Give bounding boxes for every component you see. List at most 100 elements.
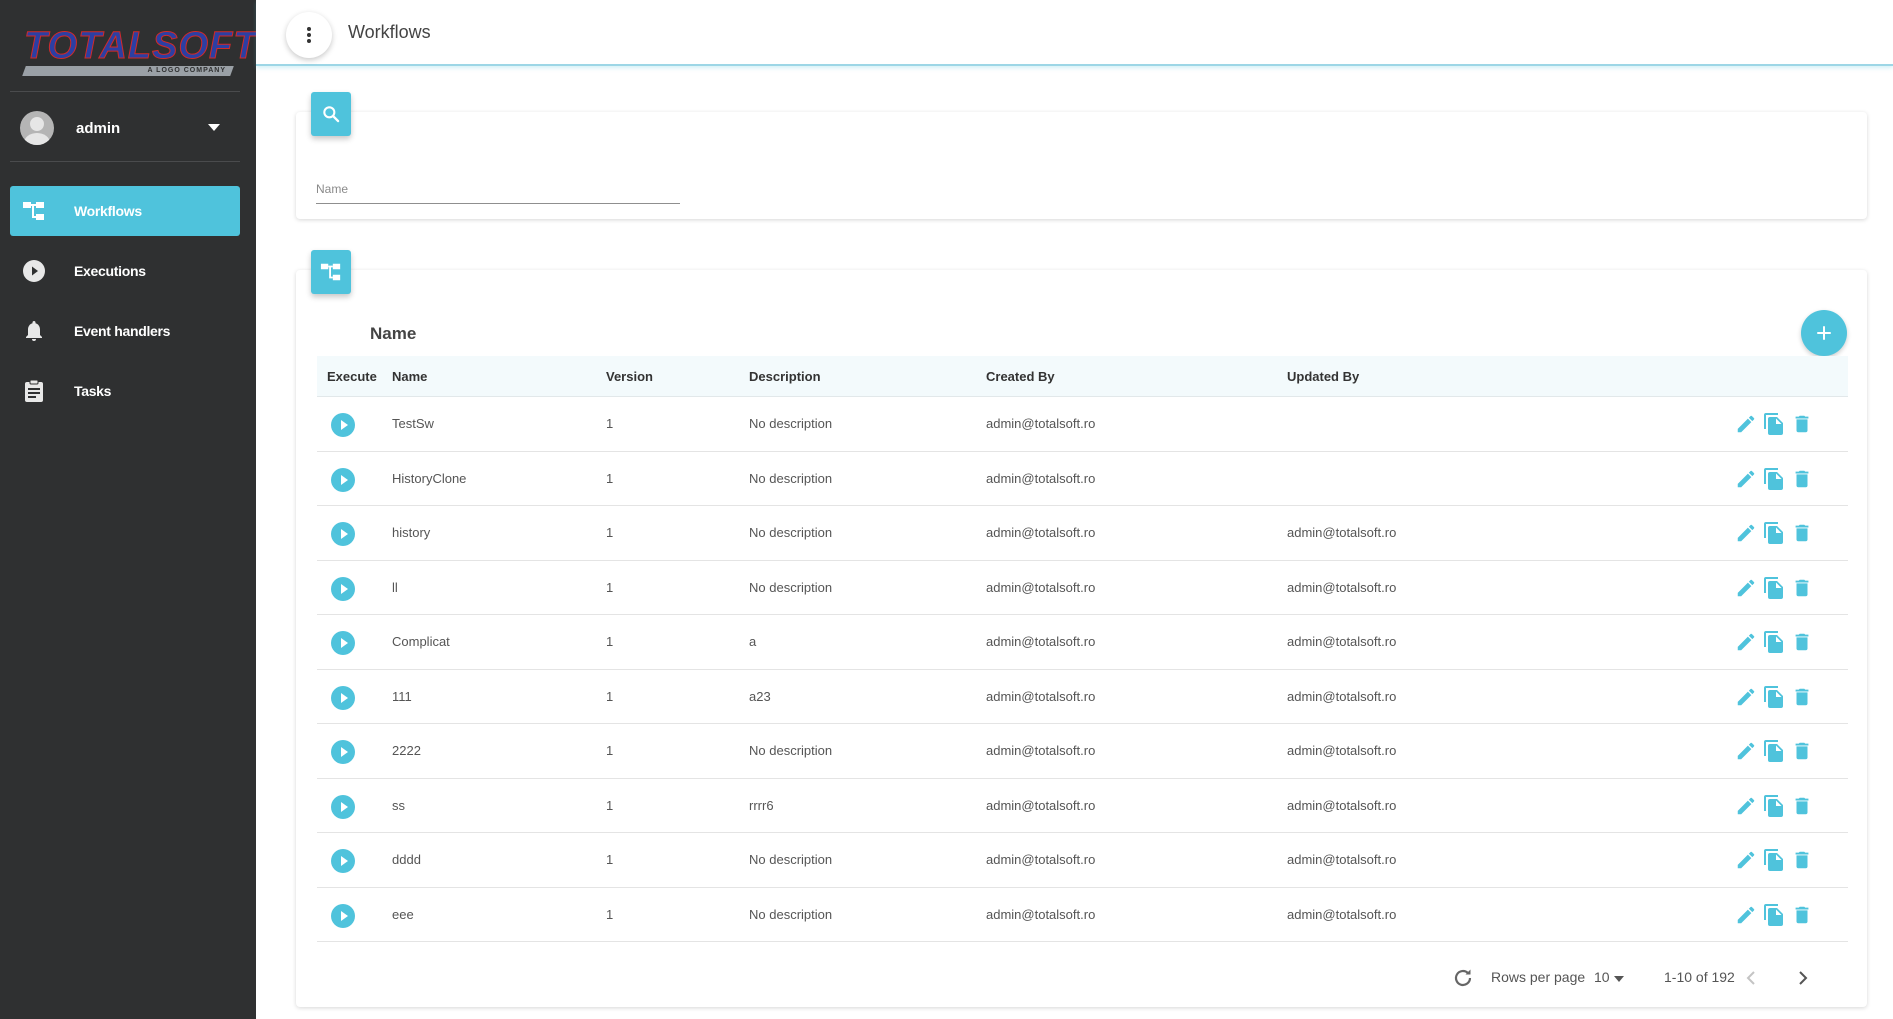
cell-version: 1	[606, 470, 614, 486]
column-header-created-by[interactable]: Created By	[986, 356, 1055, 397]
copy-icon[interactable]	[1762, 685, 1786, 709]
cell-version: 1	[606, 416, 614, 431]
copy-icon[interactable]	[1762, 848, 1786, 872]
caret-down-icon[interactable]	[1614, 976, 1624, 982]
cell-created-by: admin@totalsoft.ro	[986, 743, 1096, 758]
table-row[interactable]: ll 1 No description admin@totalsoft.ro admin…	[317, 561, 1848, 615]
copy-icon[interactable]	[1762, 630, 1786, 654]
column-header-updated-by[interactable]: Updated By	[1287, 356, 1359, 397]
refresh-icon[interactable]	[1451, 966, 1475, 990]
column-header-name[interactable]: Name	[392, 356, 427, 397]
edit-icon[interactable]	[1734, 685, 1758, 709]
table-row[interactable]: HistoryClone 1 No description admin@totalso…	[317, 452, 1848, 506]
brand-logo[interactable]: TOTALSOFT A LOGO COMPANY	[22, 25, 258, 76]
sidebar-divider	[10, 161, 240, 162]
cell-version: 1	[606, 634, 614, 649]
table-row[interactable]: history 1 No description admin@totalsoft.ro…	[317, 506, 1848, 561]
sidebar-item-event-handlers[interactable]: Event handlers	[10, 306, 240, 356]
search-icon	[323, 106, 340, 123]
copy-icon[interactable]	[1762, 739, 1786, 763]
execute-play-icon[interactable]	[331, 685, 355, 710]
more-menu-button[interactable]	[286, 12, 332, 58]
copy-icon[interactable]	[1762, 576, 1786, 600]
edit-icon[interactable]	[1734, 794, 1758, 818]
sidebar-item-workflows[interactable]: Workflows	[10, 186, 240, 236]
column-header-version[interactable]: Version	[606, 356, 653, 397]
delete-icon[interactable]	[1790, 630, 1814, 654]
search-badge	[311, 92, 351, 136]
cell-created-by: admin@totalsoft.ro	[986, 634, 1096, 649]
table-row[interactable]: ss 1 rrrr6 admin@totalsoft.ro admin@totalsof…	[317, 779, 1848, 833]
copy-icon[interactable]	[1762, 412, 1786, 436]
edit-icon[interactable]	[1734, 412, 1758, 436]
delete-icon[interactable]	[1790, 848, 1814, 872]
delete-icon[interactable]	[1790, 521, 1814, 545]
delete-icon[interactable]	[1790, 412, 1814, 436]
sidebar-item-executions[interactable]: Executions	[10, 246, 240, 296]
execute-play-icon[interactable]	[331, 903, 355, 928]
execute-play-icon[interactable]	[331, 740, 355, 764]
chevron-right-icon[interactable]	[1791, 966, 1815, 990]
bell-icon	[22, 319, 46, 343]
sidebar-item-tasks[interactable]: Tasks	[10, 366, 240, 416]
table-row[interactable]: 2222 1 No description admin@totalsoft.ro adm…	[317, 724, 1848, 779]
topbar: Workflows	[256, 0, 1893, 66]
sidebar-item-label: Executions	[74, 263, 146, 279]
cell-name: ll	[392, 579, 398, 595]
execute-play-icon[interactable]	[331, 794, 355, 819]
cell-created-by: admin@totalsoft.ro	[986, 797, 1096, 813]
copy-icon[interactable]	[1762, 903, 1786, 927]
execute-play-icon[interactable]	[331, 576, 355, 601]
caret-down-icon	[208, 124, 220, 131]
rows-per-page-select[interactable]: 10	[1594, 969, 1610, 985]
cell-created-by: admin@totalsoft.ro	[986, 688, 1096, 704]
delete-icon[interactable]	[1790, 903, 1814, 927]
user-menu[interactable]: admin	[10, 104, 240, 152]
filter-card	[296, 92, 1867, 219]
execute-play-icon[interactable]	[331, 522, 355, 546]
execute-play-icon[interactable]	[331, 413, 355, 437]
delete-icon[interactable]	[1790, 685, 1814, 709]
cell-updated-by: admin@totalsoft.ro	[1287, 634, 1397, 649]
edit-icon[interactable]	[1734, 521, 1758, 545]
column-header-execute[interactable]: Execute	[327, 356, 377, 397]
table-row[interactable]: eee 1 No description admin@totalsoft.ro admi…	[317, 888, 1848, 942]
brand-name: TOTALSOFT	[24, 25, 258, 67]
execute-play-icon[interactable]	[331, 631, 355, 655]
workflows-table: Execute Name Version Description Created…	[317, 356, 1848, 942]
edit-icon[interactable]	[1734, 576, 1758, 600]
table-row[interactable]: 111 1 a23 admin@totalsoft.ro admin@totalsoft…	[317, 670, 1848, 724]
add-workflow-button[interactable]	[1801, 310, 1847, 356]
edit-icon[interactable]	[1734, 848, 1758, 872]
cell-name: HistoryClone	[392, 470, 467, 486]
cell-created-by: admin@totalsoft.ro	[986, 470, 1096, 486]
table-row[interactable]: dddd 1 No description admin@totalsoft.ro adm…	[317, 833, 1848, 888]
chevron-left-icon[interactable]	[1739, 966, 1763, 990]
delete-icon[interactable]	[1790, 794, 1814, 818]
edit-icon[interactable]	[1734, 739, 1758, 763]
cell-version: 1	[606, 797, 614, 813]
delete-icon[interactable]	[1790, 739, 1814, 763]
avatar	[20, 111, 54, 145]
cell-updated-by: admin@totalsoft.ro	[1287, 688, 1397, 704]
cell-updated-by: admin@totalsoft.ro	[1287, 579, 1397, 595]
app-root: TOTALSOFT A LOGO COMPANY admin Workflows	[0, 0, 1893, 1019]
table-row[interactable]: TestSw 1 No description admin@totalsoft.ro	[317, 397, 1848, 452]
column-header-description[interactable]: Description	[749, 356, 821, 397]
table-row[interactable]: Complicat 1 a admin@totalsoft.ro admin@total…	[317, 615, 1848, 670]
delete-icon[interactable]	[1790, 467, 1814, 491]
edit-icon[interactable]	[1734, 630, 1758, 654]
edit-icon[interactable]	[1734, 903, 1758, 927]
edit-icon[interactable]	[1734, 467, 1758, 491]
cell-name: 2222	[392, 743, 421, 758]
delete-icon[interactable]	[1790, 576, 1814, 600]
cell-created-by: admin@totalsoft.ro	[986, 525, 1096, 540]
execute-play-icon[interactable]	[331, 467, 355, 492]
copy-icon[interactable]	[1762, 794, 1786, 818]
copy-icon[interactable]	[1762, 467, 1786, 491]
cell-created-by: admin@totalsoft.ro	[986, 579, 1096, 595]
execute-play-icon[interactable]	[331, 849, 355, 873]
copy-icon[interactable]	[1762, 521, 1786, 545]
name-filter-input[interactable]	[316, 174, 680, 204]
sidebar-nav: Workflows Executions Event handlers Task…	[10, 186, 240, 426]
